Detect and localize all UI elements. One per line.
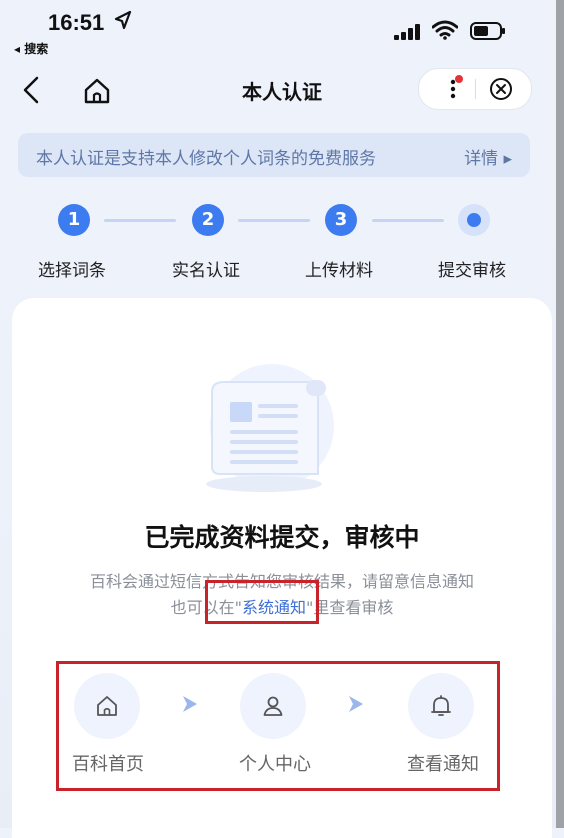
encyclopedia-home-button[interactable] [74, 673, 140, 739]
step-2-circle: 2 [192, 204, 224, 236]
notification-dot [455, 75, 463, 83]
step-label-realname: 实名认证 [172, 261, 240, 281]
status-time: 16:51 [48, 10, 105, 35]
step-connector [104, 219, 176, 222]
result-title: 已完成资料提交，审核中 [144, 523, 420, 552]
step-1-circle: 1 [58, 204, 90, 236]
chevron-right-icon [183, 696, 197, 712]
annotation-box [205, 580, 319, 624]
shortcut-label-notify: 查看通知 [407, 754, 479, 775]
step-label-submit: 提交审核 [438, 261, 506, 281]
details-link[interactable]: 详情 ▸ [464, 144, 512, 169]
wifi-icon [432, 20, 458, 40]
shortcut-label-personal: 个人中心 [239, 754, 311, 775]
user-icon [263, 696, 283, 716]
document-review-illustration [206, 364, 334, 492]
step-3-circle: 3 [325, 204, 357, 236]
view-notifications-button[interactable] [408, 673, 474, 739]
hint-suffix: "里查看审核 [306, 598, 394, 617]
shortcut-label-home: 百科首页 [72, 754, 144, 775]
step-4-current-indicator [458, 204, 490, 236]
chevron-right-icon [349, 696, 363, 712]
edge-strip [556, 0, 564, 828]
home-icon [97, 696, 117, 716]
capsule-divider [475, 79, 476, 99]
personal-center-button[interactable] [240, 673, 306, 739]
bell-icon [431, 695, 451, 716]
back-to-search-link[interactable]: ◂ 搜索 [14, 40, 48, 57]
close-icon[interactable] [489, 77, 513, 101]
location-arrow-icon [114, 10, 132, 30]
info-banner[interactable]: 本人认证是支持本人修改个人词条的免费服务 详情 ▸ [18, 133, 530, 177]
battery-icon [470, 22, 505, 40]
step-label-select: 选择词条 [38, 261, 106, 281]
cellular-signal-icon [394, 24, 420, 40]
step-connector [372, 219, 444, 222]
mini-program-capsule [418, 68, 532, 110]
banner-text: 本人认证是支持本人修改个人词条的免费服务 [36, 149, 376, 169]
step-connector [238, 219, 310, 222]
step-label-upload: 上传材料 [305, 261, 373, 281]
